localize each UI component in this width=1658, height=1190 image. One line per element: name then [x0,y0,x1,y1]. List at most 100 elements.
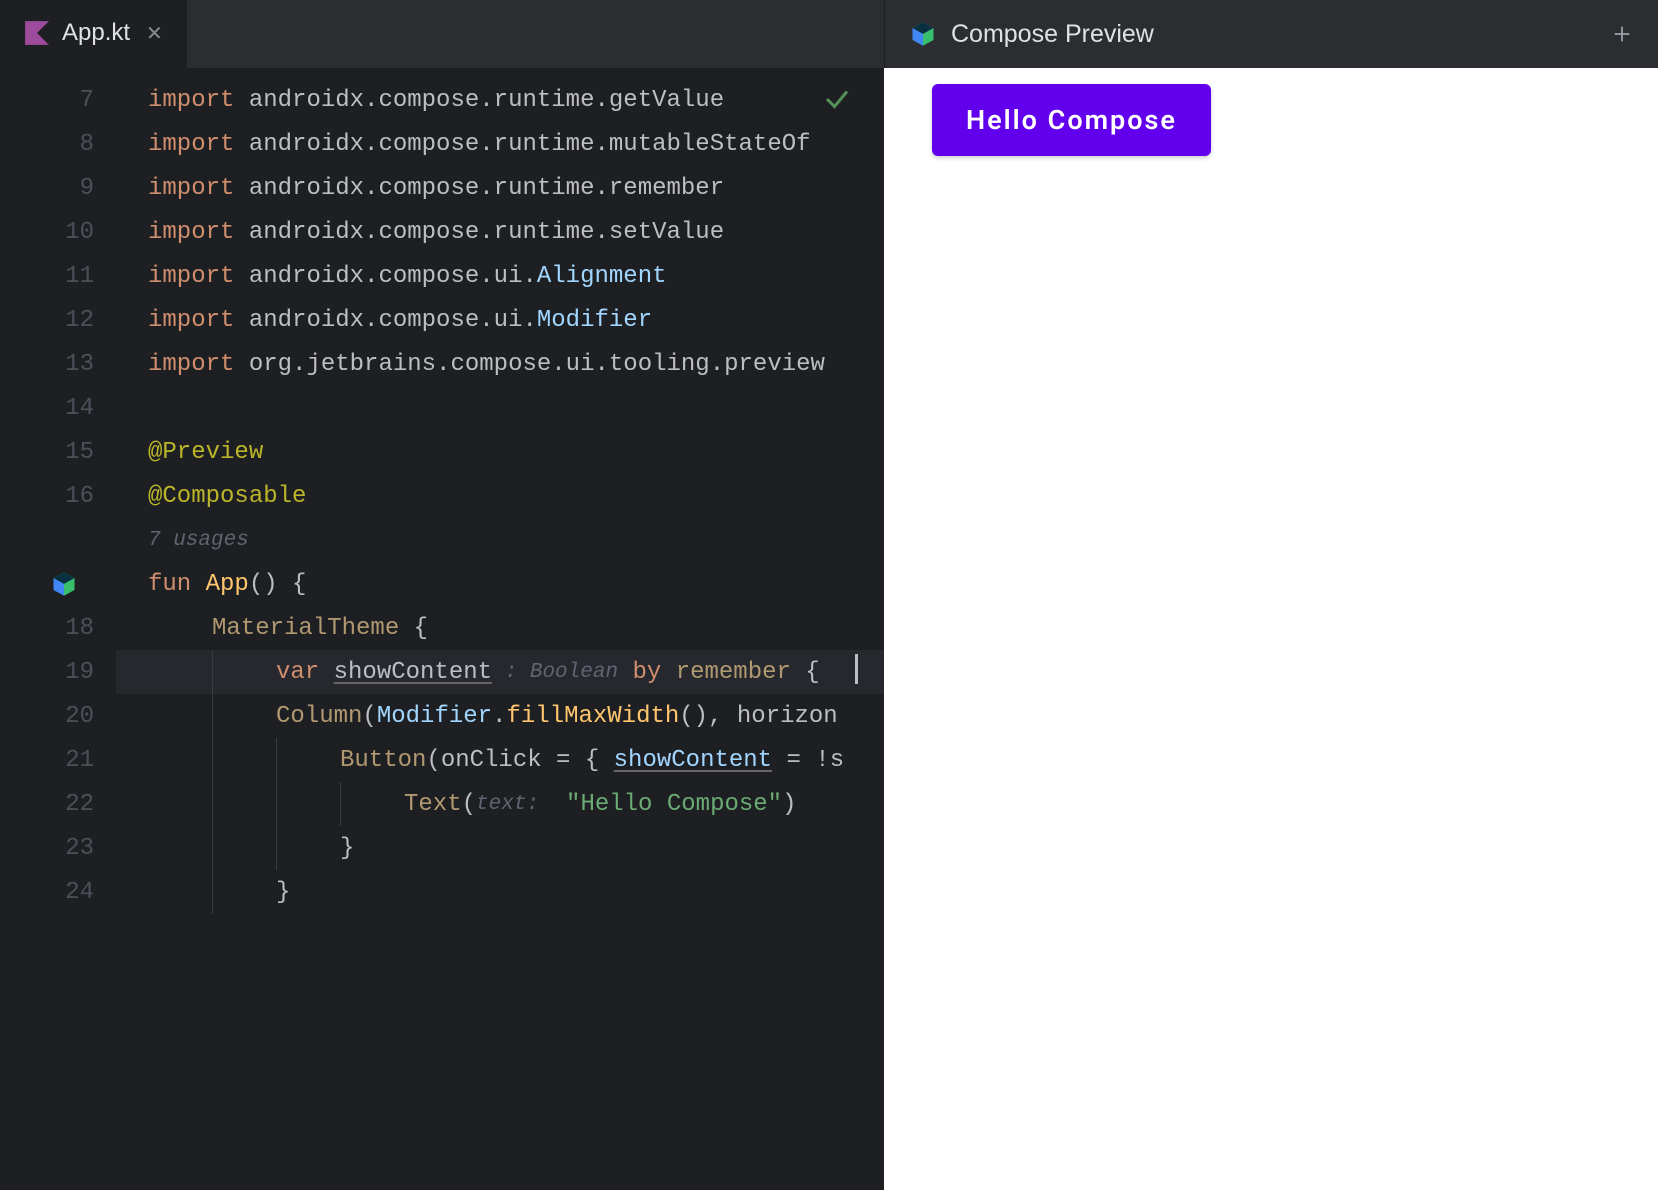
compose-preview-tab[interactable]: Compose Preview [885,0,1178,68]
preview-tab-bar: Compose Preview [884,0,1658,68]
code-token: import [148,131,249,158]
code-line[interactable]: fun App() { [116,562,884,606]
code-token: ( [462,791,476,818]
code-token: Alignment [537,263,667,290]
code-token: import [148,219,249,246]
code-token: fillMaxWidth [506,703,679,730]
code-token: ( [362,703,376,730]
code-token: Modifier [537,307,652,334]
code-token: { [399,615,428,642]
code-token: import [148,351,249,378]
gutter-line-number[interactable]: 15 [0,430,116,474]
code-line[interactable]: MaterialTheme { [116,606,884,650]
code-line[interactable]: } [116,826,884,870]
code-token: remember [609,175,724,202]
code-token: Column [276,703,362,730]
code-token: androidx.compose.runtime. [249,131,609,158]
code-line[interactable]: Text(text: "Hello Compose") [116,782,884,826]
code-token: "Hello Compose" [552,791,782,818]
gutter-line-number[interactable]: 22 [0,782,116,826]
editor-body[interactable]: 78910111213141516 18192021222324 import a… [0,68,884,1190]
code-line[interactable]: Button(onClick = { showContent = !s [116,738,884,782]
gutter-line-number[interactable]: 11 [0,254,116,298]
close-tab-icon[interactable]: ✕ [142,19,167,48]
code-token: showContent [334,659,492,686]
gutter-line-number[interactable]: 8 [0,122,116,166]
code-token: Modifier [377,703,492,730]
code-token: 7 usages [148,529,249,552]
code-token: } [276,879,290,906]
code-line[interactable]: @Preview [116,430,884,474]
code-token: remember [676,659,791,686]
code-line[interactable]: 7 usages [116,518,884,562]
code-token: by [618,659,676,686]
code-token: App [206,571,249,598]
code-line[interactable]: import androidx.compose.ui.Alignment [116,254,884,298]
gutter-line-number[interactable]: 20 [0,694,116,738]
gutter-line-number[interactable] [0,518,116,562]
preview-panel: Compose Preview Hello Compose [884,0,1658,1190]
gutter-line-number[interactable]: 23 [0,826,116,870]
code-token: = !s [772,747,844,774]
code-token: androidx.compose.runtime. [249,175,609,202]
compose-icon [909,20,937,48]
code-token: androidx.compose.runtime. [249,87,609,114]
code-token: showContent [614,747,772,774]
gutter-line-number[interactable]: 16 [0,474,116,518]
code-token: fun [148,571,206,598]
code-token: @Composable [148,483,306,510]
editor-gutter: 78910111213141516 18192021222324 [0,68,116,1190]
code-token: () { [249,571,307,598]
code-token: import [148,87,249,114]
code-token: import [148,175,249,202]
compose-gutter-icon[interactable] [50,570,78,598]
code-token: Button [340,747,426,774]
code-token: ) [782,791,796,818]
code-line[interactable]: var showContent : Boolean by remember { [116,650,884,694]
editor-tab-app-kt[interactable]: App.kt ✕ [0,0,187,68]
preview-canvas[interactable]: Hello Compose [884,68,1658,1190]
code-line[interactable]: } [116,870,884,914]
code-token: androidx.compose.runtime. [249,219,609,246]
editor-tab-bar: App.kt ✕ [0,0,884,68]
gutter-line-number[interactable]: 19 [0,650,116,694]
code-line[interactable]: import androidx.compose.runtime.setValue [116,210,884,254]
tab-filename: App.kt [62,19,130,47]
code-token: (onClick = { [426,747,613,774]
gutter-line-number[interactable] [0,562,116,606]
code-token: org.jetbrains.compose.ui.tooling.preview [249,351,825,378]
code-line[interactable]: import androidx.compose.runtime.mutableS… [116,122,884,166]
code-line[interactable] [116,386,884,430]
code-token: androidx.compose.ui. [249,263,537,290]
gutter-line-number[interactable]: 24 [0,870,116,914]
gutter-line-number[interactable]: 13 [0,342,116,386]
code-line[interactable]: import org.jetbrains.compose.ui.tooling.… [116,342,884,386]
code-token: var [276,659,334,686]
code-token: (), [679,703,737,730]
code-token: getValue [609,87,724,114]
gutter-line-number[interactable]: 14 [0,386,116,430]
code-area[interactable]: import androidx.compose.runtime.getValue… [116,68,884,1190]
code-token: mutableStateOf [609,131,811,158]
text-caret [855,654,858,684]
code-token: . [492,703,506,730]
code-token: Text [404,791,462,818]
code-line[interactable]: Column(Modifier.fillMaxWidth(), horizon [116,694,884,738]
gutter-line-number[interactable]: 21 [0,738,116,782]
code-token: @Preview [148,439,263,466]
gutter-line-number[interactable]: 7 [0,78,116,122]
code-line[interactable]: @Composable [116,474,884,518]
code-token: MaterialTheme [212,615,399,642]
preview-hello-button: Hello Compose [932,84,1211,156]
gutter-line-number[interactable]: 12 [0,298,116,342]
code-token: } [340,835,354,862]
add-tab-button[interactable] [1594,6,1650,62]
code-token: androidx.compose.ui. [249,307,537,334]
plus-icon [1611,23,1633,45]
code-line[interactable]: import androidx.compose.runtime.getValue [116,78,884,122]
code-line[interactable]: import androidx.compose.ui.Modifier [116,298,884,342]
gutter-line-number[interactable]: 9 [0,166,116,210]
gutter-line-number[interactable]: 18 [0,606,116,650]
code-line[interactable]: import androidx.compose.runtime.remember [116,166,884,210]
gutter-line-number[interactable]: 10 [0,210,116,254]
